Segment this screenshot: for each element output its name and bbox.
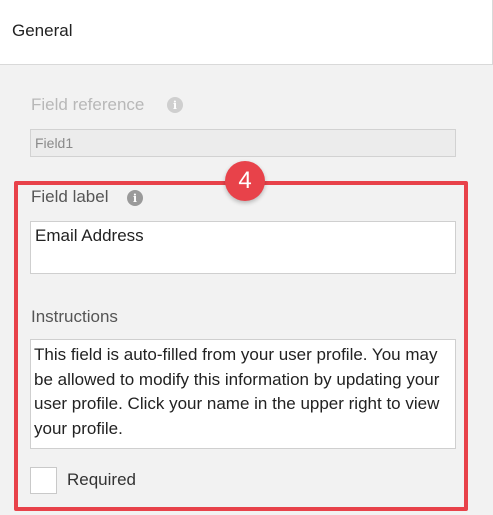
section-title: General: [12, 21, 73, 40]
instructions-label: Instructions: [31, 307, 118, 326]
instructions-textarea[interactable]: This field is auto-filled from your user…: [30, 339, 456, 449]
field-label-label: Field label: [31, 187, 109, 206]
panel-header: General: [0, 0, 493, 65]
required-label[interactable]: Required: [67, 470, 136, 490]
step-number-badge: 4: [225, 161, 265, 201]
field-reference-label: Field reference: [31, 95, 145, 114]
info-icon[interactable]: i: [127, 190, 143, 206]
field-label-input[interactable]: Email Address: [30, 221, 456, 274]
info-icon[interactable]: i: [167, 97, 183, 113]
required-checkbox[interactable]: [30, 467, 57, 494]
field-reference-input: Field1: [30, 129, 456, 157]
